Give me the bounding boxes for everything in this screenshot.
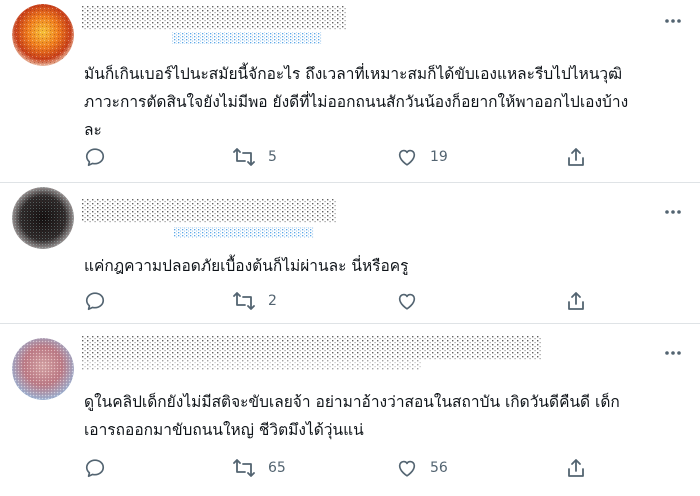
- avatar[interactable]: [12, 4, 74, 66]
- tweet-text-line: แค่กฎความปลอดภัยเบื้องต้นก็ไม่ผ่านละ นี่…: [84, 257, 409, 275]
- tweet-actions: 5 19: [0, 146, 700, 170]
- tweet-text: มันก็เกินเบอร์ไปนะสมัยนี้จักอะไร ถึงเวลา…: [84, 60, 650, 144]
- share-icon: [568, 292, 584, 310]
- tweet-text: ดูในคลิปเด็กยังไม่มีสติจะขับเลยจ้า อย่าม…: [84, 388, 650, 444]
- reply-icon: [85, 459, 105, 478]
- like-button[interactable]: [396, 290, 430, 312]
- tweet-3[interactable]: ดูในคลิปเด็กยังไม่มีสติจะขับเลยจ้า อย่าม…: [0, 324, 700, 496]
- avatar[interactable]: [12, 187, 74, 249]
- tweet-text-line: มันก็เกินเบอร์ไปนะสมัยนี้จักอะไร ถึงเวลา…: [84, 65, 623, 83]
- share-icon: [568, 148, 584, 166]
- share-button[interactable]: [566, 146, 586, 168]
- retweet-count: 65: [268, 460, 286, 476]
- more-icon[interactable]: [664, 18, 682, 26]
- author-header-redacted[interactable]: [82, 199, 337, 238]
- retweet-button[interactable]: 65: [232, 457, 286, 479]
- like-button[interactable]: 56: [396, 457, 448, 479]
- reply-icon: [85, 292, 105, 311]
- reply-button[interactable]: [84, 290, 118, 312]
- like-count: 56: [430, 460, 448, 476]
- retweet-icon: [233, 148, 255, 166]
- tweet-1[interactable]: มันก็เกินเบอร์ไปนะสมัยนี้จักอะไร ถึงเวลา…: [0, 0, 700, 182]
- share-button[interactable]: [566, 290, 586, 312]
- tweet-text-line: เอารถออกมาขับถนนใหญ่ ชีวิตมึงได้วุ่นแน่: [84, 421, 364, 439]
- like-icon: [398, 460, 416, 477]
- tweet-2[interactable]: แค่กฎความปลอดภัยเบื้องต้นก็ไม่ผ่านละ นี่…: [0, 183, 700, 323]
- tweet-text-line: ดูในคลิปเด็กยังไม่มีสติจะขับเลยจ้า อย่าม…: [84, 393, 620, 411]
- like-icon: [398, 149, 416, 166]
- reply-button[interactable]: [84, 146, 118, 168]
- avatar[interactable]: [12, 338, 74, 400]
- retweet-icon: [233, 292, 255, 310]
- share-button[interactable]: [566, 457, 586, 479]
- like-icon: [398, 293, 416, 310]
- more-icon[interactable]: [664, 350, 682, 358]
- author-header-redacted[interactable]: [82, 336, 542, 374]
- share-icon: [568, 459, 584, 477]
- author-header-redacted[interactable]: [82, 6, 347, 44]
- tweet-actions: 65 56: [0, 457, 700, 481]
- retweet-count: 2: [268, 293, 277, 309]
- retweet-icon: [233, 459, 255, 477]
- like-count: 19: [430, 149, 448, 165]
- more-icon[interactable]: [664, 209, 682, 217]
- tweet-text-line: ภาวะการตัดสินใจยังไม่มีพอ ยังดีที่ไม่ออก…: [84, 93, 629, 111]
- retweet-button[interactable]: 2: [232, 290, 277, 312]
- reply-icon: [85, 148, 105, 167]
- tweet-text-line: ละ: [84, 121, 102, 139]
- tweet-text: แค่กฎความปลอดภัยเบื้องต้นก็ไม่ผ่านละ นี่…: [84, 252, 650, 280]
- reply-button[interactable]: [84, 457, 118, 479]
- tweet-actions: 2: [0, 290, 700, 314]
- like-button[interactable]: 19: [396, 146, 448, 168]
- retweet-count: 5: [268, 149, 277, 165]
- retweet-button[interactable]: 5: [232, 146, 277, 168]
